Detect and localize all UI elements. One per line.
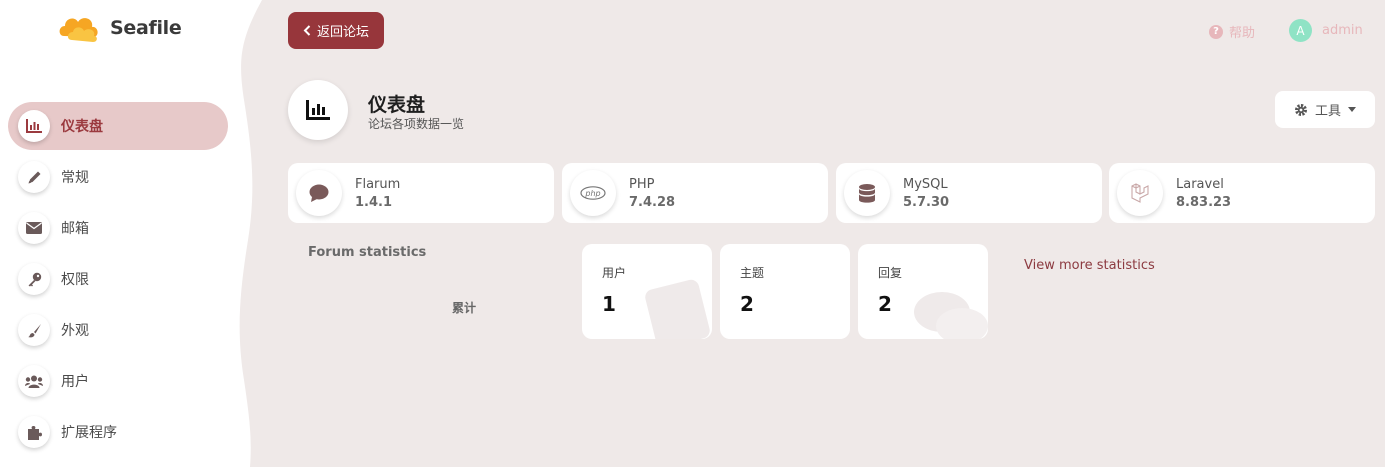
sidebar-item-users[interactable]: 用户	[8, 357, 228, 405]
page-subtitle: 论坛各项数据一览	[368, 117, 465, 131]
stat-card-users: 用户 1	[582, 244, 712, 339]
version-value: 1.4.1	[355, 194, 393, 210]
version-card-mysql: MySQL 5.7.30	[836, 163, 1102, 223]
users-background-icon	[645, 279, 710, 339]
sidebar-item-label: 邮箱	[61, 221, 89, 237]
tools-label: 工具	[1314, 104, 1341, 119]
stat-card-discussions: 主题 2	[720, 244, 850, 339]
laravel-icon	[1117, 170, 1163, 216]
version-value: 5.7.30	[903, 194, 950, 210]
sidebar-item-label: 常规	[61, 170, 89, 186]
stat-label: 用户	[602, 266, 627, 280]
gear-icon	[1294, 103, 1307, 116]
sidebar-nav: 仪表盘 常规 邮箱 权限 外观 用户 扩展程序	[8, 102, 228, 459]
seafile-logo: Seafile	[58, 12, 182, 44]
dashboard-icon	[18, 110, 50, 142]
help-label: 帮助	[1229, 26, 1256, 41]
users-icon	[18, 365, 50, 397]
comment-icon	[296, 170, 342, 216]
back-to-forum-button[interactable]: 返回论坛	[288, 12, 384, 49]
stat-value: 2	[878, 292, 892, 316]
view-more-statistics-link[interactable]: View more statistics	[1024, 258, 1155, 273]
sidebar-item-permissions[interactable]: 权限	[8, 255, 228, 303]
username: admin	[1322, 23, 1363, 38]
sidebar-item-dashboard[interactable]: 仪表盘	[8, 102, 228, 150]
version-card-laravel: Laravel 8.83.23	[1109, 163, 1375, 223]
question-circle-icon: ?	[1209, 24, 1223, 39]
stats-period-label: 累计	[452, 301, 477, 315]
sidebar-item-label: 权限	[61, 272, 89, 288]
sidebar-item-label: 外观	[61, 323, 89, 339]
sidebar-item-general[interactable]: 常规	[8, 153, 228, 201]
forum-statistics-heading: Forum statistics	[308, 245, 427, 260]
svg-text:php: php	[584, 189, 600, 198]
stat-card-posts: 回复 2	[858, 244, 988, 339]
page-title: 仪表盘	[368, 94, 426, 116]
tools-dropdown-button[interactable]: 工具	[1275, 91, 1375, 128]
help-link[interactable]: ? 帮助	[1209, 22, 1255, 41]
caret-down-icon	[1348, 107, 1356, 112]
key-icon	[18, 263, 50, 295]
envelope-icon	[18, 212, 50, 244]
sidebar-item-extensions[interactable]: 扩展程序	[8, 408, 228, 456]
sidebar: Seafile 仪表盘 常规 邮箱 权限 外观 用户 扩展程序	[0, 0, 262, 467]
version-card-php: php PHP 7.4.28	[562, 163, 828, 223]
dashboard-title-icon	[288, 80, 348, 140]
stat-value: 1	[602, 292, 616, 316]
sidebar-item-mail[interactable]: 邮箱	[8, 204, 228, 252]
stat-label: 主题	[740, 266, 765, 280]
sidebar-item-label: 仪表盘	[61, 119, 103, 135]
chevron-left-icon	[303, 25, 311, 36]
sidebar-item-label: 扩展程序	[61, 425, 117, 441]
avatar: A	[1289, 19, 1312, 42]
user-menu[interactable]: A admin	[1289, 19, 1363, 42]
version-card-flarum: Flarum 1.4.1	[288, 163, 554, 223]
sidebar-item-label: 用户	[61, 374, 89, 390]
version-name: Laravel	[1176, 176, 1224, 192]
logo-text: Seafile	[110, 17, 182, 39]
cloud-logo-icon	[59, 18, 98, 42]
version-name: PHP	[629, 176, 655, 192]
stat-label: 回复	[878, 266, 903, 280]
puzzle-icon	[18, 416, 50, 448]
php-icon: php	[570, 170, 616, 216]
version-name: MySQL	[903, 176, 948, 192]
paintbrush-icon	[18, 314, 50, 346]
version-value: 8.83.23	[1176, 194, 1232, 210]
comments-background-icon	[914, 292, 988, 339]
database-icon	[844, 170, 890, 216]
version-value: 7.4.28	[629, 194, 676, 210]
sidebar-item-appearance[interactable]: 外观	[8, 306, 228, 354]
back-button-label: 返回论坛	[316, 25, 369, 40]
stat-value: 2	[740, 292, 754, 316]
version-name: Flarum	[355, 176, 401, 192]
pencil-icon	[18, 161, 50, 193]
